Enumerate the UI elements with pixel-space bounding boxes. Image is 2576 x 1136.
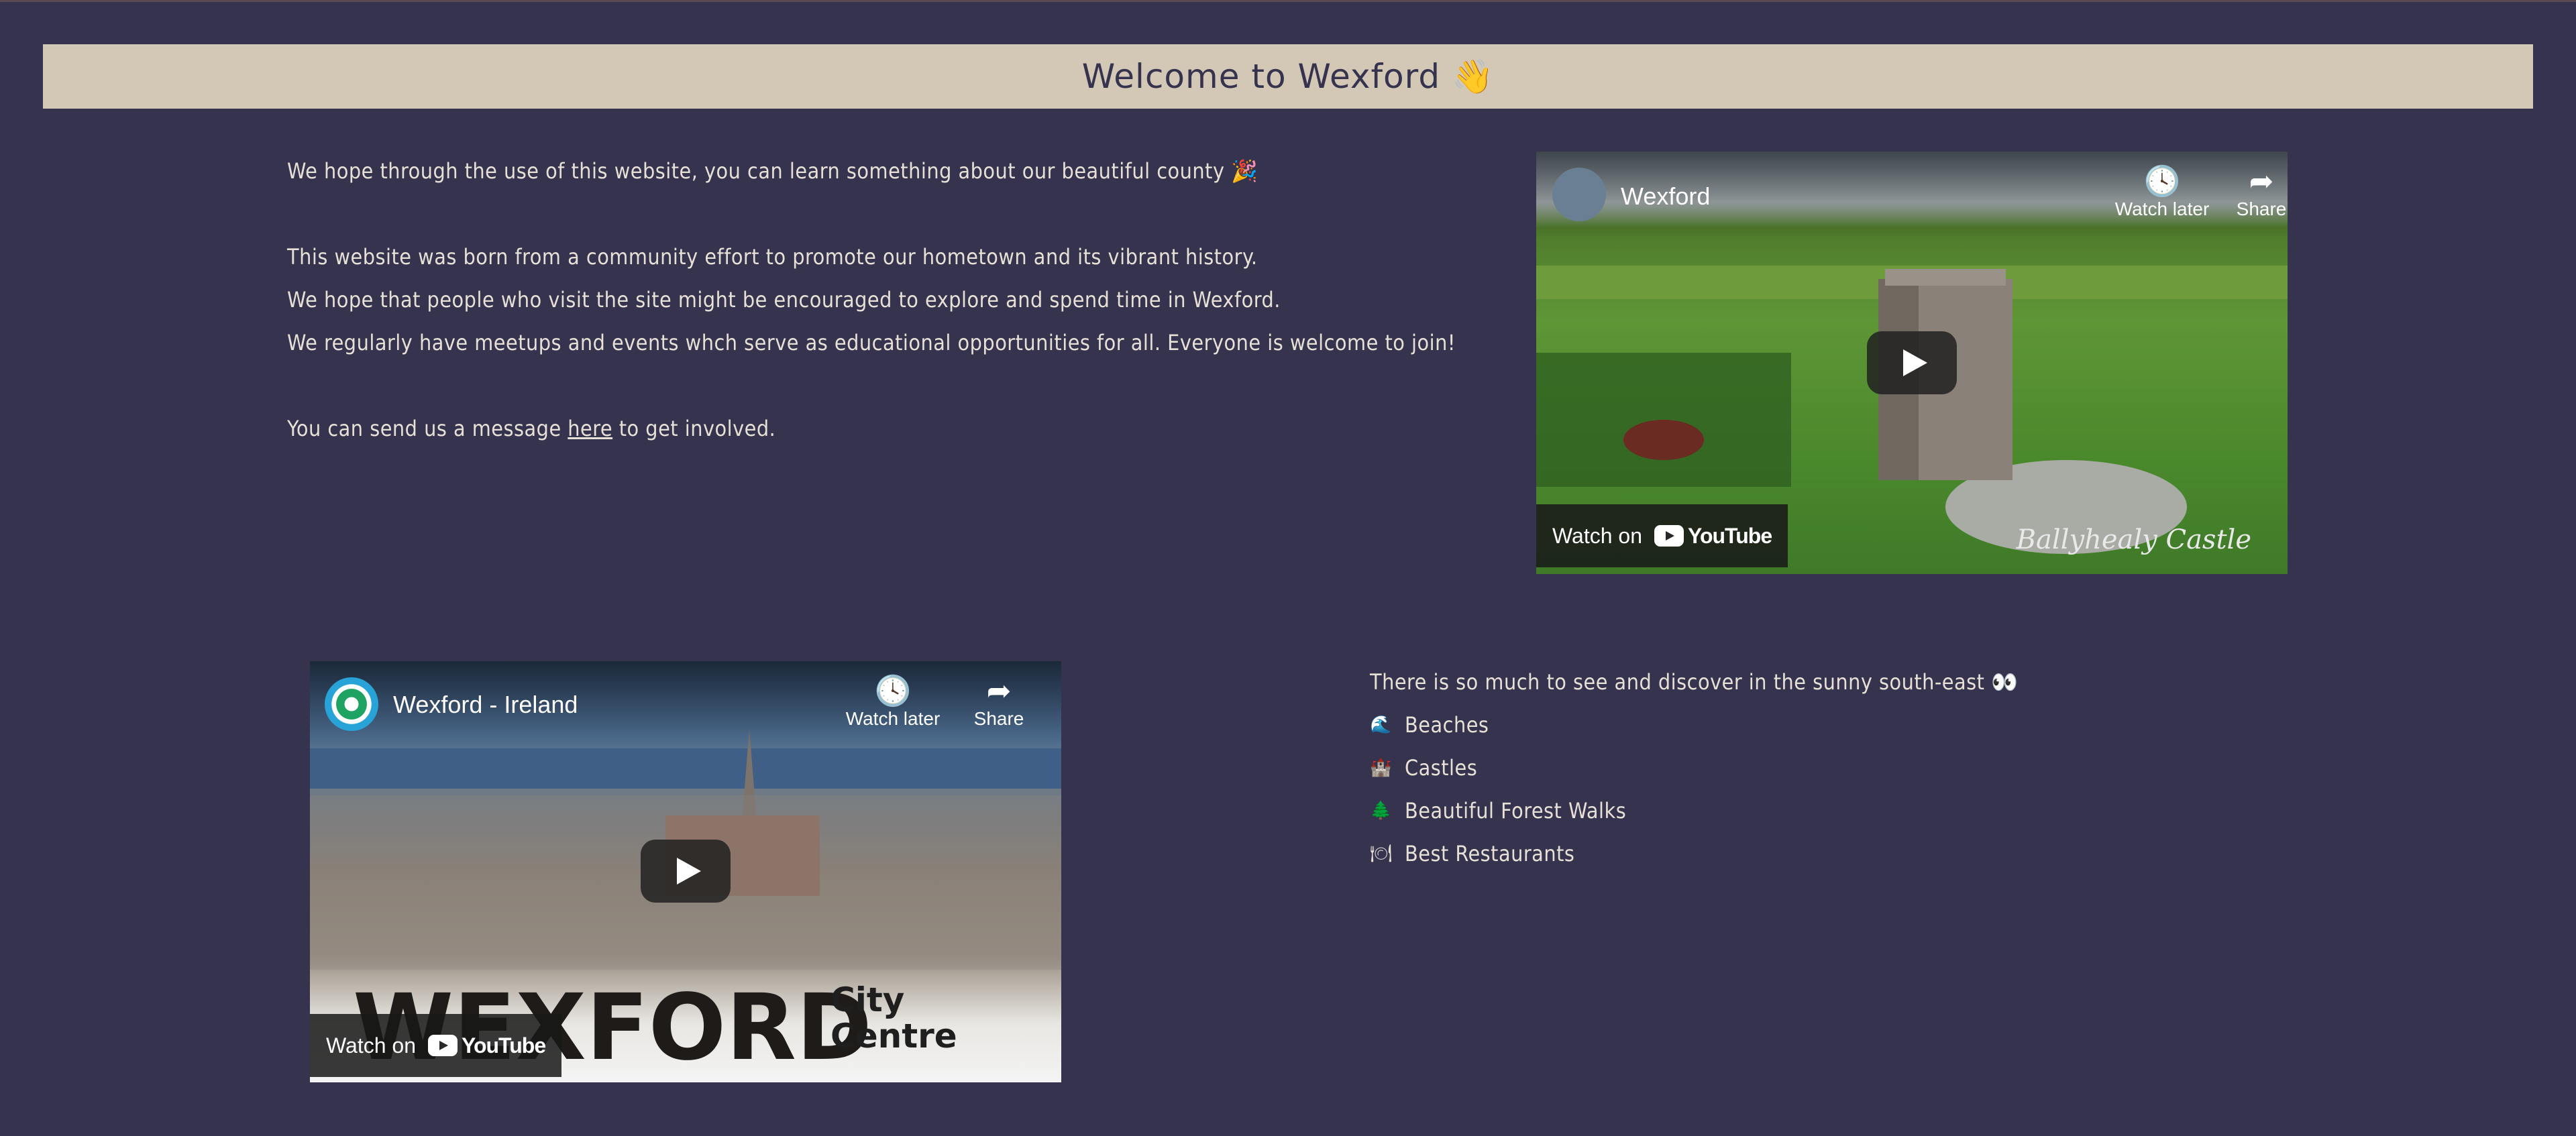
list-item-label: Castles [1405, 755, 1478, 781]
list-item-beaches: 🌊 Beaches [1370, 712, 1489, 738]
clock-icon: 🕓 [2143, 165, 2181, 198]
watch-later-label: Watch later [845, 708, 941, 729]
watch-on-youtube-button[interactable]: Watch on YouTube [1536, 504, 1788, 567]
channel-avatar[interactable] [1552, 168, 1606, 221]
list-item-label: Beautiful Forest Walks [1405, 798, 1627, 823]
intro-line-1: We hope through the use of this website,… [287, 158, 1258, 184]
page-title: Welcome to Wexford 👋 [1081, 56, 1495, 96]
watch-later-button[interactable]: 🕓 Watch later [843, 675, 943, 730]
watch-on-youtube-button[interactable]: Watch on YouTube [310, 1014, 562, 1077]
video-title[interactable]: Wexford - Ireland [393, 691, 578, 719]
watch-later-button[interactable]: 🕓 Watch later [2112, 165, 2212, 220]
watch-on-label: Watch on [326, 1033, 416, 1058]
intro-line-2: This website was born from a community e… [287, 244, 1258, 270]
video-caption: Ballyhealy Castle [2016, 524, 2251, 555]
share-icon: ➦ [986, 675, 1012, 707]
top-border [0, 0, 2576, 2]
list-item-forest-walks: 🌲 Beautiful Forest Walks [1370, 798, 1626, 823]
youtube-play-icon [427, 1035, 458, 1056]
share-button[interactable]: ➦ Share [2211, 165, 2288, 220]
contact-prefix: You can send us a message [287, 416, 561, 441]
intro-line-3: We hope that people who visit the site m… [287, 287, 1281, 313]
share-label: Share [973, 708, 1024, 729]
youtube-logo: YouTube [427, 1033, 546, 1058]
list-item-label: Beaches [1405, 712, 1489, 738]
contact-link[interactable]: here [568, 416, 612, 441]
share-label: Share [2236, 198, 2287, 219]
overlay-text-city-centre: City Centre [830, 980, 957, 1056]
watch-on-label: Watch on [1552, 523, 1642, 548]
list-item-restaurants: 🍽 Best Restaurants [1370, 841, 1574, 866]
list-item-castles: 🏰 Castles [1370, 755, 1477, 781]
tree-icon: 🌲 [1370, 801, 1392, 821]
contact-line: You can send us a message here to get in… [287, 416, 775, 441]
castle-icon: 🏰 [1370, 758, 1392, 778]
channel-avatar[interactable] [325, 677, 378, 731]
video-embed-wexford[interactable]: Wexford 🕓 Watch later ➦ Share Watch on Y… [1536, 152, 2288, 574]
play-button[interactable] [641, 840, 731, 903]
video-title[interactable]: Wexford [1621, 182, 1710, 211]
discover-heading: There is so much to see and discover in … [1370, 669, 2019, 695]
share-icon: ➦ [2249, 165, 2274, 198]
clock-icon: 🕓 [874, 675, 912, 707]
youtube-play-icon [1654, 525, 1684, 547]
wave-icon: 🌊 [1370, 715, 1392, 735]
video-embed-wexford-ireland[interactable]: Wexford - Ireland 🕓 Watch later ➦ Share … [310, 661, 1061, 1082]
watch-later-label: Watch later [2114, 198, 2210, 219]
plate-icon: 🍽 [1370, 844, 1393, 864]
intro-line-4: We regularly have meetups and events whc… [287, 330, 1456, 355]
header-banner: Welcome to Wexford 👋 [43, 44, 2533, 109]
list-item-label: Best Restaurants [1405, 841, 1575, 866]
contact-suffix: to get involved. [619, 416, 776, 441]
play-button[interactable] [1867, 331, 1957, 394]
youtube-logo: YouTube [1654, 524, 1772, 549]
share-button[interactable]: ➦ Share [949, 675, 1049, 730]
